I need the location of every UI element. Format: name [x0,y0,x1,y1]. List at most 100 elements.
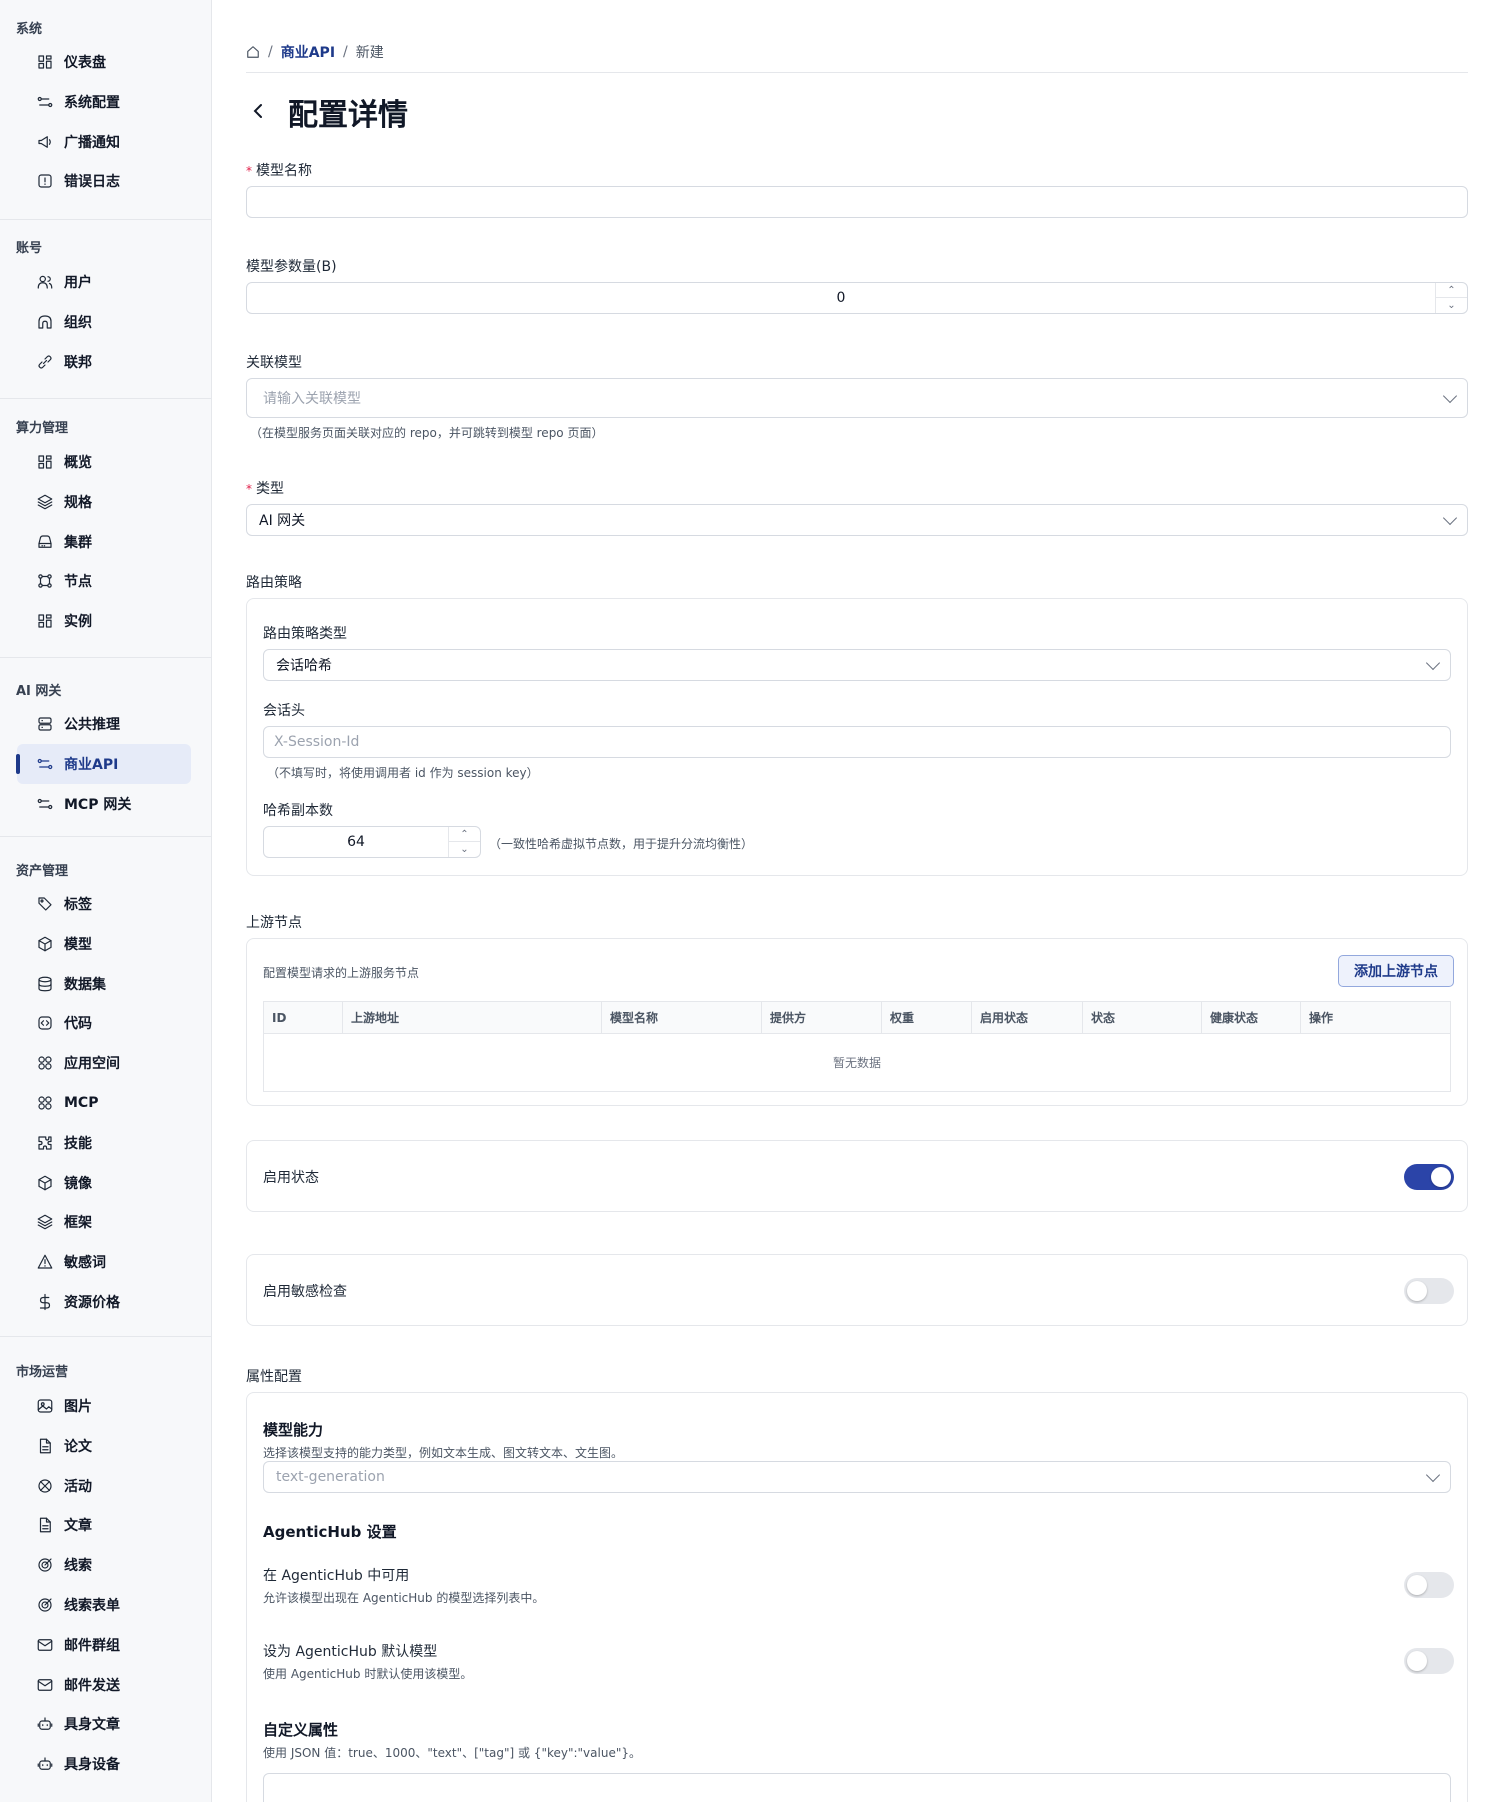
sidebar-item[interactable]: 商业API [17,744,191,784]
session-header-help: （不填写时，将使用调用者 id 作为 session key） [267,766,539,780]
model-name-label: * 模型名称 [246,163,312,179]
enable-toggle[interactable] [1404,1164,1454,1190]
decrement-button[interactable]: ⌄ [1436,298,1467,313]
route-icon [35,92,55,112]
breadcrumb-separator: / [268,44,273,60]
link-icon [35,352,55,372]
box-icon [35,1173,55,1193]
home-icon[interactable] [246,45,260,59]
sidebar-item[interactable]: 论文 [17,1426,191,1466]
sidebar-item[interactable]: 公共推理 [17,704,191,744]
enable-card: 启用状态 [246,1140,1468,1212]
sidebar-section-title: 系统 [16,22,43,37]
sidebar-item[interactable]: 系统配置 [17,82,191,122]
breadcrumb-link[interactable]: 商业API [281,42,335,62]
custom-attr-title: 自定义属性 [263,1721,339,1739]
add-upstream-button[interactable]: 添加上游节点 [1338,955,1454,987]
replicas-stepper[interactable]: 64 ⌃ ⌄ [263,826,481,858]
dollar-icon [35,1292,55,1312]
sidebar-item-label: 商业API [64,757,119,773]
column-header: 启用状态 [971,1001,1083,1034]
header-divider [246,72,1468,73]
attributes-card: 模型能力 选择该模型支持的能力类型，例如文本生成、图文转文本、文生图。 text… [246,1392,1468,1802]
sidebar-item[interactable]: 具身文章 [17,1704,191,1744]
model-name-input[interactable] [246,186,1468,218]
replicas-label: 哈希副本数 [263,803,333,819]
sidebar-item[interactable]: 文章 [17,1505,191,1545]
sidebar-item[interactable]: MCP [17,1083,191,1123]
agentichub-default-title: 设为 AgenticHub 默认模型 [263,1644,438,1660]
agentichub-default-toggle[interactable] [1404,1648,1454,1674]
sidebar-item-label: 论文 [64,1439,92,1455]
column-header: 操作 [1300,1001,1451,1034]
server-icon [35,714,55,734]
sidebar-item[interactable]: 邮件发送 [17,1665,191,1705]
sidebar-item[interactable]: 邮件群组 [17,1625,191,1665]
sidebar-item[interactable]: 敏感词 [17,1242,191,1282]
sidebar-item[interactable]: 框架 [17,1202,191,1242]
sidebar-item[interactable]: 应用空间 [17,1043,191,1083]
increment-button[interactable]: ⌃ [449,827,480,842]
capability-select[interactable]: text-generation [263,1461,1451,1493]
session-header-label: 会话头 [263,703,305,719]
table-header-row: ID 上游地址 模型名称 提供方 权重 启用状态 状态 健康状态 操作 [263,1001,1451,1034]
related-model-select[interactable]: 请输入关联模型 [246,378,1468,418]
layers-icon [35,1212,55,1232]
sidebar-item[interactable]: 资源价格 [17,1282,191,1322]
sidebar-item[interactable]: 组织 [17,302,191,342]
sidebar-item[interactable]: 实例 [17,601,191,641]
sidebar-item[interactable]: 联邦 [17,342,191,382]
param-count-stepper[interactable]: 0 ⌃ ⌄ [246,282,1468,314]
column-header: ID [263,1001,343,1034]
decrement-button[interactable]: ⌄ [449,842,480,857]
sidebar-section-title: AI 网关 [16,684,62,699]
agentichub-available-toggle[interactable] [1404,1572,1454,1598]
back-button[interactable] [246,99,270,123]
type-select[interactable]: AI 网关 [246,504,1468,536]
agentichub-available-title: 在 AgenticHub 中可用 [263,1568,410,1584]
sidebar-item[interactable]: 集群 [17,522,191,562]
sidebar-item[interactable]: 图片 [17,1386,191,1426]
sidebar-item-label: 具身设备 [64,1757,120,1773]
upstream-table: ID 上游地址 模型名称 提供方 权重 启用状态 状态 健康状态 操作 暂无数据 [263,1001,1451,1092]
increment-button[interactable]: ⌃ [1436,283,1467,298]
sidebar-item[interactable]: 仪表盘 [17,42,191,82]
sidebar-item[interactable]: 线索 [17,1545,191,1585]
tag-icon [35,894,55,914]
custom-attr-textarea[interactable] [263,1773,1451,1802]
sidebar-item[interactable]: 模型 [17,924,191,964]
sidebar-item-label: 模型 [64,937,92,953]
code-icon [35,1013,55,1033]
sidebar-item-label: 公共推理 [64,717,120,733]
related-model-label: 关联模型 [246,355,302,371]
column-header: 状态 [1082,1001,1202,1034]
sidebar-item[interactable]: 用户 [17,262,191,302]
sidebar-item[interactable]: 数据集 [17,964,191,1004]
layers-icon [35,492,55,512]
sidebar-item[interactable]: 具身设备 [17,1744,191,1784]
sidebar-item[interactable]: 活动 [17,1466,191,1506]
sidebar-item[interactable]: 镜像 [17,1163,191,1203]
target-icon [35,1555,55,1575]
sidebar-item[interactable]: 概览 [17,442,191,482]
sensitive-toggle[interactable] [1404,1278,1454,1304]
column-header: 上游地址 [342,1001,602,1034]
main-content: / 商业API / 新建 配置详情 * 模型名称 模型参数量(B) 0 ⌃ ⌄ 关… [213,0,1492,1802]
attributes-label: 属性配置 [246,1369,302,1385]
sidebar-item[interactable]: 规格 [17,482,191,522]
sidebar-item[interactable]: 代码 [17,1003,191,1043]
session-header-input[interactable]: X-Session-Id [263,726,1451,758]
sidebar-item[interactable]: 广播通知 [17,122,191,162]
sidebar-item[interactable]: 标签 [17,884,191,924]
sidebar-item[interactable]: 技能 [17,1123,191,1163]
sidebar-item[interactable]: 节点 [17,561,191,601]
sidebar-item-label: 系统配置 [64,95,120,111]
routing-type-select[interactable]: 会话哈希 [263,649,1451,681]
sidebar-item[interactable]: 错误日志 [17,161,191,201]
sidebar-item[interactable]: MCP 网关 [17,784,191,824]
sidebar-item-label: 实例 [64,614,92,630]
target-icon [35,1595,55,1615]
sidebar-item[interactable]: 线索表单 [17,1585,191,1625]
sidebar-item-label: 广播通知 [64,135,120,151]
box-icon [35,934,55,954]
